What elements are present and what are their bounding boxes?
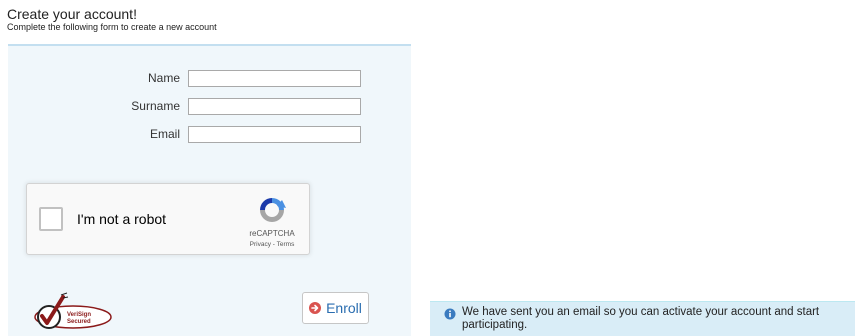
recaptcha-label: I'm not a robot [77, 211, 167, 227]
info-alert: We have sent you an email so you can act… [430, 301, 855, 336]
svg-text:VeriSign: VeriSign [67, 312, 91, 318]
surname-label: Surname [131, 99, 180, 113]
verisign-seal: VeriSign Secured [34, 292, 112, 329]
page-title: Create your account! [7, 6, 137, 22]
name-input[interactable] [188, 70, 361, 87]
name-label: Name [147, 71, 180, 85]
recaptcha-checkbox[interactable] [39, 207, 63, 231]
info-circle-icon [444, 308, 456, 320]
surname-input[interactable] [188, 98, 361, 115]
alert-message: We have sent you an email so you can act… [462, 306, 820, 331]
recaptcha-privacy-terms-link[interactable]: Privacy - Terms [237, 240, 307, 249]
page-subtitle: Complete the following form to create a … [7, 22, 217, 32]
enroll-label: Enroll [326, 300, 362, 316]
svg-text:Secured: Secured [67, 319, 91, 325]
enroll-button[interactable]: Enroll [302, 292, 369, 324]
arrow-circle-right-icon [309, 302, 322, 314]
recaptcha-logo-icon [260, 198, 286, 222]
email-input[interactable] [188, 126, 361, 143]
email-label: Email [149, 127, 180, 141]
recaptcha-widget: I'm not a robot reCAPTCHA Privacy - Term… [26, 183, 310, 255]
recaptcha-brand: reCAPTCHA [249, 229, 295, 238]
